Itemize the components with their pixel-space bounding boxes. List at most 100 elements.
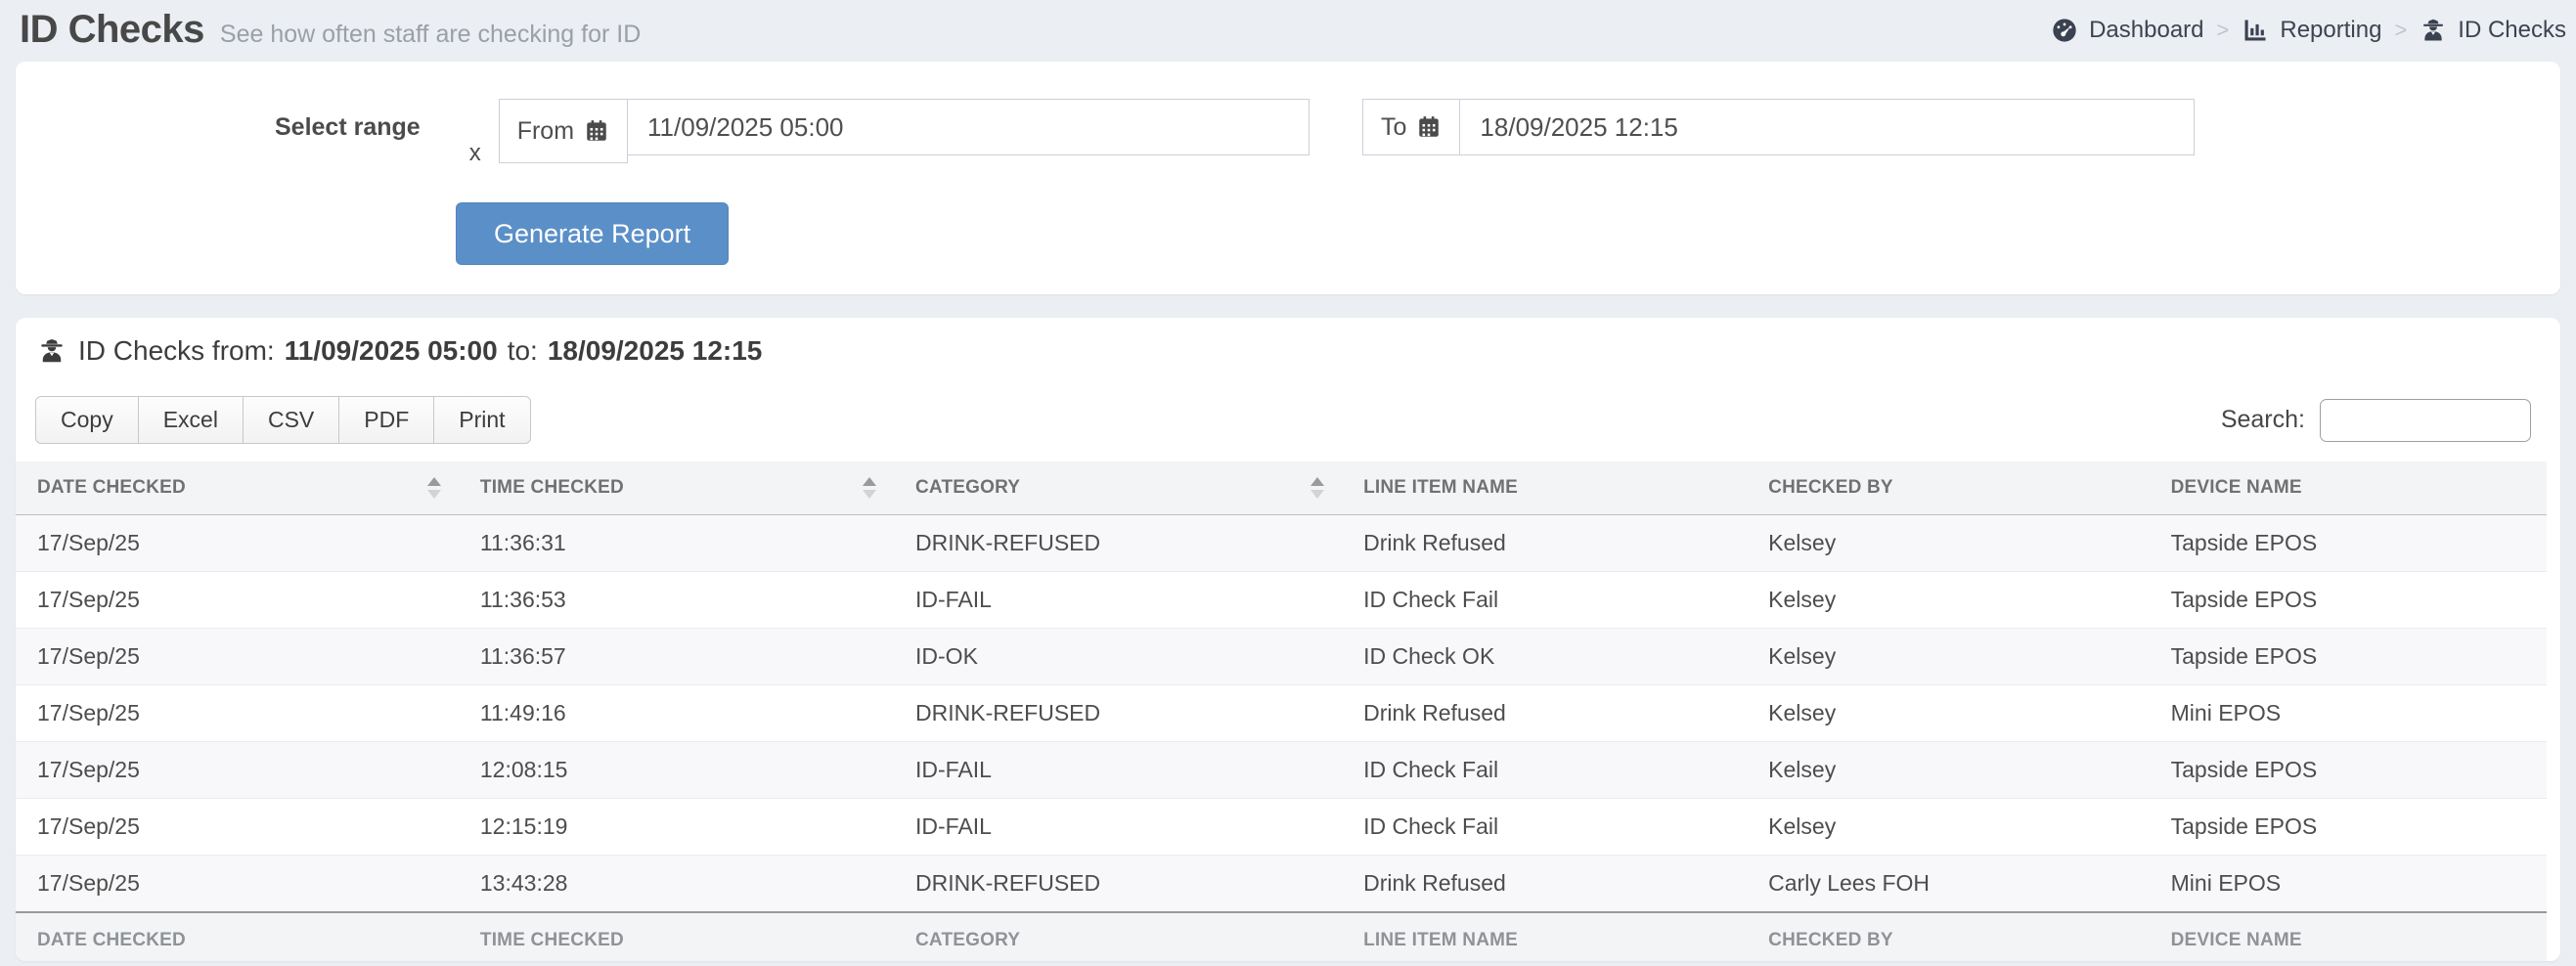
table-cell: 17/Sep/25	[16, 684, 459, 742]
table-cell: 11:49:16	[458, 684, 895, 742]
breadcrumb-item-id-checks[interactable]: ID Checks	[2420, 17, 2566, 44]
table-wrap: DATE CHECKED TIME CHECKED CATEGORY LINE ITE…	[16, 461, 2560, 961]
table-toolbar: Copy Excel CSV PDF Print Search:	[16, 367, 2560, 461]
clear-range-button[interactable]: x	[469, 140, 481, 167]
export-copy-button[interactable]: Copy	[35, 396, 139, 444]
table-cell: Kelsey	[1747, 684, 2150, 742]
table-cell: Kelsey	[1768, 530, 1837, 555]
table-cell: 17/Sep/25	[16, 741, 459, 799]
column-header-label: CATEGORY	[915, 477, 1021, 498]
table-row: 17/Sep/25 11:49:16 DRINK-REFUSED Drink Refu…	[16, 684, 2547, 742]
breadcrumb-label: Dashboard	[2089, 16, 2204, 43]
breadcrumb-label: ID Checks	[2458, 16, 2566, 43]
table-row: 17/Sep/25 11:36:53 ID-FAIL ID Check Fail Kel…	[16, 571, 2547, 629]
footer-column-date-checked: DATE CHECKED	[16, 911, 459, 961]
search-label: Search:	[2220, 406, 2305, 433]
export-button-group: Copy Excel CSV PDF Print	[35, 396, 531, 444]
from-datepicker-toggle[interactable]: From	[498, 99, 629, 163]
select-range-label: Select range	[275, 113, 421, 141]
id-checks-table: DATE CHECKED TIME CHECKED CATEGORY LINE ITE…	[16, 461, 2547, 961]
bar-chart-icon	[2242, 17, 2269, 44]
column-header-line-item-name[interactable]: LINE ITEM NAME	[1342, 461, 1748, 515]
page-title: ID Checks	[20, 8, 204, 51]
table-cell: 11:36:31	[479, 530, 566, 555]
table-cell: ID-OK	[894, 628, 1343, 685]
breadcrumb-label: Reporting	[2280, 16, 2382, 43]
report-heading: ID Checks from: 11/09/2025 05:00 to: 18/…	[16, 335, 2560, 367]
footer-column-device-name: DEVICE NAME	[2149, 911, 2547, 961]
calendar-icon	[584, 118, 609, 144]
report-heading-prefix: ID Checks from:	[78, 335, 275, 366]
to-datepicker-toggle[interactable]: To	[1362, 99, 1461, 155]
report-heading-from-value: 11/09/2025 05:00	[284, 335, 498, 366]
table-cell: 17/Sep/25	[16, 571, 459, 629]
column-header-checked-by[interactable]: CHECKED BY	[1747, 461, 2150, 515]
table-row: 17/Sep/25 12:15:19 ID-FAIL ID Check Fail Kel…	[16, 798, 2547, 856]
from-date-input[interactable]	[627, 99, 1310, 155]
table-cell: Tapside EPOS	[2170, 530, 2318, 555]
table-head-row: DATE CHECKED TIME CHECKED CATEGORY LINE ITE…	[16, 461, 2547, 515]
to-date-input[interactable]	[1459, 99, 2196, 155]
table-cell: ID-FAIL	[894, 741, 1343, 799]
spy-icon	[2420, 17, 2447, 44]
sort-arrows-icon[interactable]	[1310, 477, 1325, 499]
title-wrap: ID Checks See how often staff are checki…	[20, 8, 641, 52]
spy-icon	[37, 336, 78, 366]
date-range-form: Select range x From To	[16, 99, 2560, 167]
table-cell: 12:08:15	[458, 741, 895, 799]
export-pdf-button[interactable]: PDF	[338, 396, 435, 444]
from-input-group: From	[498, 99, 1310, 163]
search-wrap: Search:	[2220, 398, 2531, 442]
table-cell: Kelsey	[1747, 571, 2150, 629]
column-header-label: TIME CHECKED	[479, 477, 624, 498]
page-subtitle: See how often staff are checking for ID	[219, 21, 642, 48]
export-csv-button[interactable]: CSV	[242, 396, 340, 444]
breadcrumb-item-dashboard[interactable]: Dashboard	[2051, 16, 2204, 44]
column-header-category[interactable]: CATEGORY	[894, 461, 1343, 515]
table-cell: Tapside EPOS	[2149, 628, 2547, 685]
breadcrumb: Dashboard > Reporting > ID Checks	[2051, 17, 2568, 44]
table-cell: 17/Sep/25	[16, 628, 459, 685]
table-cell: 11:36:57	[458, 628, 895, 685]
footer-column-checked-by: CHECKED BY	[1747, 911, 2150, 961]
to-input-group: To	[1362, 99, 2196, 155]
filter-card: Select range x From To Generate Report	[16, 62, 2560, 294]
column-header-date-checked[interactable]: DATE CHECKED	[16, 461, 459, 515]
table-body: 17/Sep/25 11:36:31 DRINK-REFUSED Drink Refu…	[16, 514, 2547, 912]
table-cell: 17/Sep/25	[16, 855, 459, 912]
table-cell: 12:15:19	[458, 798, 895, 856]
table-cell: 11:36:53	[458, 571, 895, 629]
sort-arrows-icon[interactable]	[863, 477, 877, 499]
table-cell: Tapside EPOS	[2149, 741, 2547, 799]
table-cell: DRINK-REFUSED	[894, 684, 1343, 742]
dashboard-gauge-icon	[2051, 17, 2078, 44]
breadcrumb-item-reporting[interactable]: Reporting	[2242, 17, 2381, 44]
column-header-device-name[interactable]: DEVICE NAME	[2149, 461, 2547, 515]
table-cell: Tapside EPOS	[2149, 798, 2547, 856]
search-input[interactable]	[2320, 398, 2531, 442]
to-label: To	[1381, 112, 1407, 141]
breadcrumb-separator: >	[2216, 17, 2230, 42]
table-cell: Kelsey	[1747, 741, 2150, 799]
from-label: From	[516, 116, 575, 145]
table-foot-row: DATE CHECKED TIME CHECKED CATEGORY LINE ITE…	[16, 911, 2547, 961]
table-cell: DRINK-REFUSED	[915, 530, 1101, 555]
export-print-button[interactable]: Print	[433, 396, 531, 444]
table-cell: ID Check Fail	[1342, 571, 1748, 629]
table-cell: Drink Refused	[1342, 855, 1748, 912]
generate-report-button[interactable]: Generate Report	[456, 202, 730, 265]
report-heading-to-value: 18/09/2025 12:15	[547, 335, 763, 366]
table-cell: Mini EPOS	[2149, 684, 2547, 742]
table-cell: ID Check Fail	[1342, 741, 1748, 799]
column-header-time-checked[interactable]: TIME CHECKED	[458, 461, 895, 515]
table-cell: Tapside EPOS	[2149, 571, 2547, 629]
export-excel-button[interactable]: Excel	[137, 396, 244, 444]
breadcrumb-separator: >	[2394, 17, 2408, 42]
sort-arrows-icon[interactable]	[426, 477, 441, 499]
footer-column-category: CATEGORY	[894, 911, 1343, 961]
calendar-icon	[1416, 114, 1442, 140]
report-card: ID Checks from: 11/09/2025 05:00 to: 18/…	[16, 318, 2560, 961]
report-heading-to-word: to:	[507, 335, 538, 366]
table-cell: ID-FAIL	[894, 798, 1343, 856]
table-cell: 17/Sep/25	[37, 530, 140, 555]
